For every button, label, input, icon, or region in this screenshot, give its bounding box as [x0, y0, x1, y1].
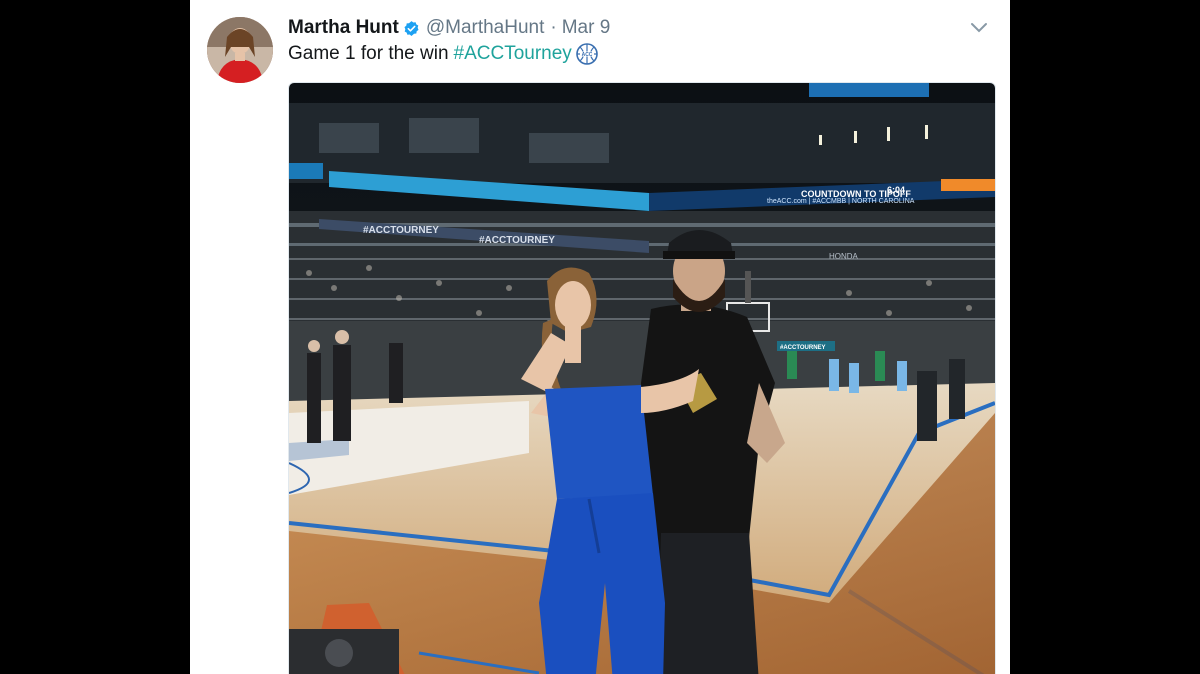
verified-badge-icon	[403, 20, 420, 37]
tweet-card: Martha Hunt @MarthaHunt · Mar 9 Game 1 f…	[190, 0, 1010, 674]
scoreboard-time: 6:04	[887, 185, 905, 195]
avatar-image	[207, 17, 273, 83]
arena-photo: theACC.com | #ACCMBB | NORTH CAROLINA CO…	[289, 83, 995, 674]
chevron-down-icon[interactable]	[968, 18, 990, 38]
ribbon-text: theACC.com | #ACCMBB | NORTH CAROLINA	[767, 198, 915, 205]
author-name[interactable]: Martha Hunt	[288, 17, 399, 39]
separator-dot: ·	[550, 17, 557, 38]
svg-text:ACC: ACC	[581, 52, 592, 58]
hashtag-link[interactable]: #ACCTourney	[454, 43, 572, 65]
tweet-header: Martha Hunt @MarthaHunt · Mar 9	[288, 16, 990, 40]
tweet-text-body: Game 1 for the win	[288, 43, 449, 64]
side-banner-text: #ACCTOURNEY	[780, 345, 826, 351]
acc-basketball-icon: ACC	[575, 42, 599, 66]
banner-text: #ACCTOURNEY	[363, 225, 439, 236]
tweet-date[interactable]: Mar 9	[562, 17, 611, 39]
tweet-photo[interactable]: theACC.com | #ACCMBB | NORTH CAROLINA CO…	[288, 82, 996, 674]
avatar[interactable]	[207, 17, 273, 83]
author-handle[interactable]: @MarthaHunt	[426, 17, 545, 39]
banner-text-2: #ACCTOURNEY	[479, 235, 555, 246]
tweet-text: Game 1 for the win #ACCTourney ACC	[288, 42, 599, 66]
